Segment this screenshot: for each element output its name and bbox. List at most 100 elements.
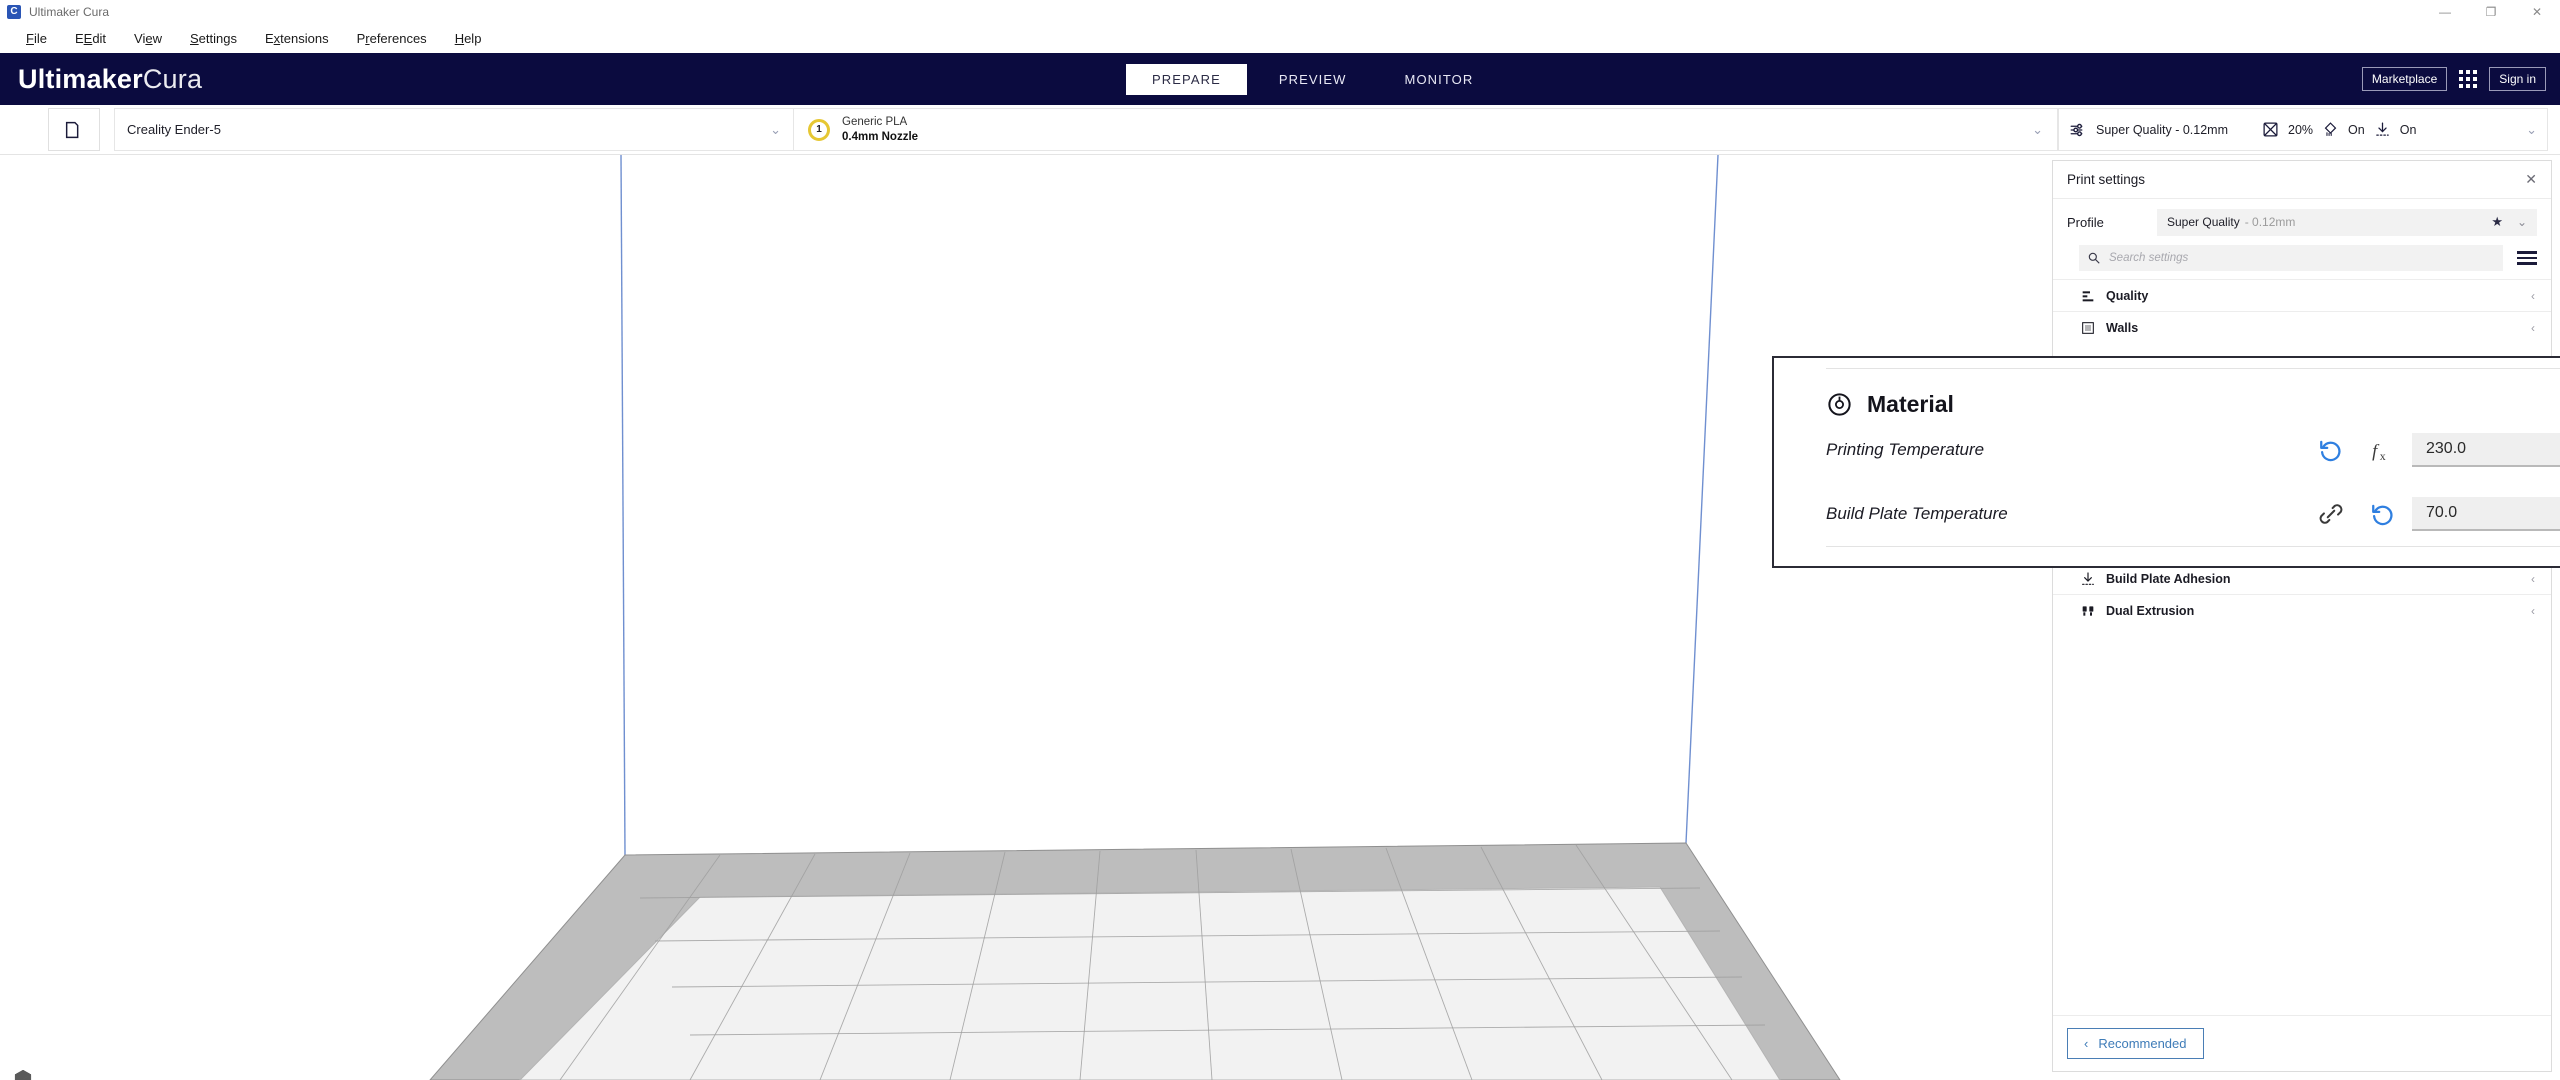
recommended-label: Recommended	[2098, 1036, 2187, 1051]
support-icon	[2324, 122, 2337, 136]
view-right-icon[interactable]	[12, 1068, 34, 1080]
search-placeholder: Search settings	[2109, 252, 2189, 264]
restore-button[interactable]: ❐	[2468, 0, 2514, 23]
settings-category-dual-extrusion[interactable]: Dual Extrusion ‹	[2053, 594, 2551, 626]
profile-sub: - 0.12mm	[2244, 215, 2296, 229]
adhesion-icon	[2375, 122, 2389, 136]
close-button[interactable]: ✕	[2514, 0, 2560, 23]
machine-selector[interactable]: Creality Ender-5 ⌄	[114, 108, 794, 151]
material-popup-title: Material	[1867, 391, 1954, 417]
panel-footer: ‹ Recommended	[2053, 1015, 2551, 1071]
setting-icons	[2318, 501, 2396, 527]
menu-item-edit[interactable]: EEdit	[61, 27, 120, 50]
profile-row: Profile Super Quality - 0.12mm ★ ⌄	[2053, 199, 2551, 245]
revert-icon[interactable]	[2370, 501, 2396, 527]
menubar: File EEdit View Settings Extensions Pref…	[0, 23, 2560, 53]
chevron-left-icon: ‹	[2531, 288, 2535, 303]
infill-icon	[2263, 122, 2278, 137]
hamburger-menu-icon[interactable]	[2517, 251, 2537, 265]
stage-tabs: PREPARE PREVIEW MONITOR	[1126, 53, 1505, 105]
chevron-down-icon: ⌄	[2526, 121, 2537, 137]
material-spool-icon	[1828, 393, 1851, 416]
setting-row-build-plate-temperature: Build Plate Temperature 70.0	[1826, 482, 2560, 546]
material-info: Generic PLA 0.4mm Nozzle	[842, 115, 918, 144]
marketplace-button[interactable]: Marketplace	[2361, 67, 2448, 91]
menu-item-preferences[interactable]: Preferences	[343, 27, 441, 50]
menu-accel: E	[83, 30, 93, 46]
material-settings-popup: Material Printing Temperature f x 230.0	[1772, 356, 2560, 568]
tab-preview[interactable]: PREVIEW	[1253, 64, 1373, 95]
setting-row-printing-temperature: Printing Temperature f x 230.0	[1826, 418, 2560, 482]
panel-header: Print settings ✕	[2053, 161, 2551, 199]
recommended-mode-button[interactable]: ‹ Recommended	[2067, 1028, 2204, 1059]
profile-label: Profile	[2067, 214, 2104, 230]
revert-icon[interactable]	[2318, 437, 2344, 463]
grid-apps-icon[interactable]	[2459, 70, 2478, 88]
extruder-1-badge: 1	[808, 118, 830, 141]
sign-in-button[interactable]: Sign in	[2489, 67, 2546, 91]
chevron-down-icon: ⌄	[2032, 121, 2043, 137]
menu-item-extensions[interactable]: Extensions	[251, 27, 343, 50]
category-label: Build Plate Adhesion	[2106, 571, 2231, 586]
search-settings-input[interactable]: Search settings	[2079, 245, 2503, 271]
infill-value: 20%	[2288, 122, 2314, 137]
brand-light: Cura	[142, 63, 203, 94]
window-titlebar: C Ultimaker Cura — ❐ ✕	[0, 0, 2560, 23]
menu-item-settings[interactable]: Settings	[176, 27, 251, 50]
sliders-icon	[2070, 123, 2083, 136]
adhesion-value: On	[2399, 122, 2417, 137]
print-settings-panel: Print settings ✕ Profile Super Quality -…	[2052, 160, 2552, 1072]
settings-category-walls[interactable]: Walls ‹	[2053, 311, 2551, 343]
setting-value-input[interactable]: 230.0	[2412, 433, 2560, 467]
panel-title: Print settings	[2067, 172, 2146, 187]
material-name: Generic PLA	[842, 116, 908, 129]
machine-name: Creality Ender-5	[127, 122, 221, 137]
search-row: Search settings	[2053, 245, 2551, 279]
category-label: Dual Extrusion	[2106, 603, 2195, 618]
setting-label: Printing Temperature	[1826, 440, 1985, 459]
popup-divider	[1826, 546, 2560, 547]
menu-item-view[interactable]: View	[120, 27, 176, 50]
menu-accel: x	[273, 30, 281, 46]
3d-viewport[interactable]	[0, 155, 2016, 1080]
tab-monitor[interactable]: MONITOR	[1379, 64, 1500, 95]
minimize-button[interactable]: —	[2422, 0, 2468, 23]
category-label: Quality	[2106, 288, 2149, 303]
setting-icons: f x	[2318, 437, 2396, 463]
setting-value-input[interactable]: 70.0	[2412, 497, 2560, 531]
chevron-down-icon: ⌄	[2516, 215, 2527, 229]
tab-prepare[interactable]: PREPARE	[1126, 63, 1247, 95]
menu-item-file[interactable]: File	[12, 27, 61, 50]
close-icon[interactable]: ✕	[2525, 171, 2537, 188]
print-setup-selector[interactable]: Super Quality - 0.12mm 20% On On ⌄	[2058, 108, 2548, 151]
search-icon	[2088, 252, 2100, 264]
link-icon[interactable]	[2318, 501, 2344, 527]
settings-category-quality[interactable]: Quality ‹	[2053, 279, 2551, 311]
nozzle-size: 0.4mm Nozzle	[842, 130, 919, 143]
formula-fx-icon[interactable]: f x	[2370, 437, 2396, 463]
main-toolbar: Creality Ender-5 ⌄ 1 Generic PLA 0.4mm N…	[0, 105, 2560, 155]
menu-item-help[interactable]: Help	[441, 27, 496, 50]
window-controls: — ❐ ✕	[2422, 0, 2560, 23]
open-file-button[interactable]	[48, 108, 100, 151]
cura-logo-icon: C	[7, 4, 21, 19]
category-label: Walls	[2106, 320, 2139, 335]
menu-accel: r	[365, 30, 370, 46]
build-plate-render	[429, 155, 1841, 1080]
chevron-left-icon: ‹	[2531, 320, 2535, 335]
profile-dropdown[interactable]: Super Quality - 0.12mm ★ ⌄	[2157, 208, 2537, 236]
profile-name: Super Quality	[2167, 215, 2240, 229]
setting-label: Build Plate Temperature	[1826, 504, 2008, 523]
favorite-star-icon[interactable]: ★	[2491, 214, 2503, 230]
chevron-left-icon: ‹	[2531, 603, 2535, 618]
cura-application-window: C Ultimaker Cura — ❐ ✕ File EEdit View S…	[0, 0, 2560, 1080]
support-value: On	[2348, 122, 2365, 137]
menu-accel: F	[26, 30, 34, 46]
window-title: Ultimaker Cura	[29, 4, 110, 19]
brand-logo: UltimakerCura	[18, 64, 202, 95]
material-selector[interactable]: 1 Generic PLA 0.4mm Nozzle ⌄	[794, 108, 2058, 151]
chevron-left-icon: ‹	[2531, 571, 2535, 586]
chevron-left-icon: ‹	[2084, 1036, 2089, 1051]
menu-accel: e	[145, 30, 153, 46]
app-header: UltimakerCura PREPARE PREVIEW MONITOR Ma…	[0, 53, 2560, 105]
